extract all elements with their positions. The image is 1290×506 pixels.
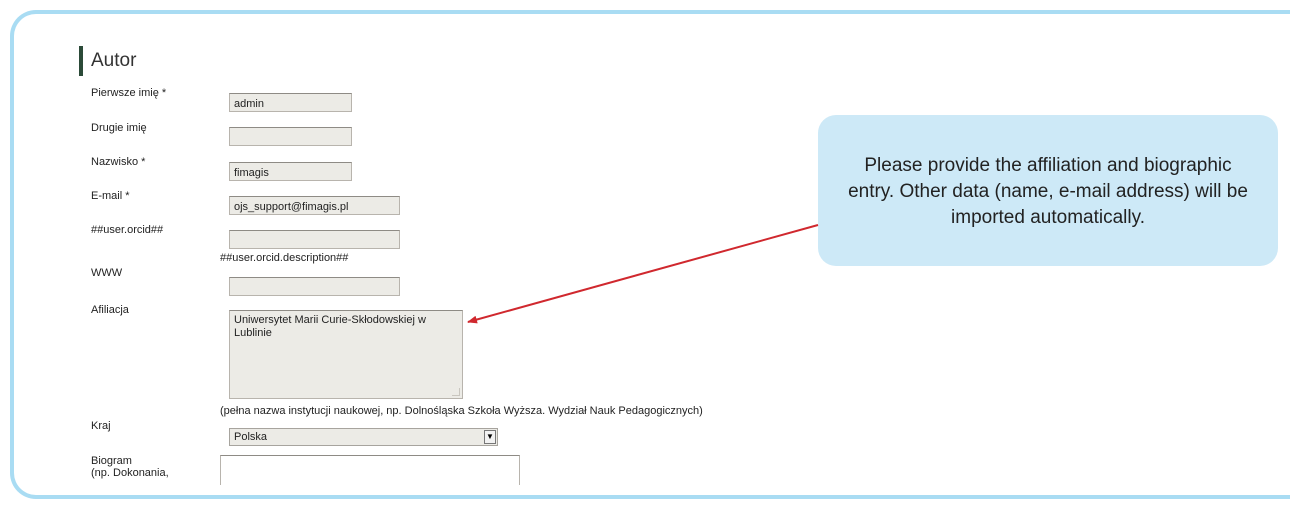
arrow-line	[467, 224, 819, 324]
callout-arrow	[467, 224, 819, 324]
